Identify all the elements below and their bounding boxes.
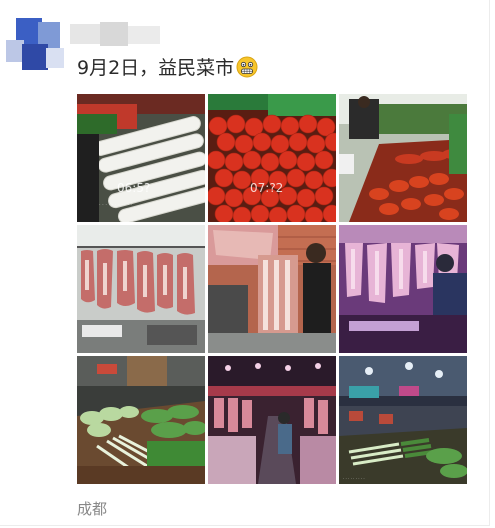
grimacing-face-emoji-icon — [236, 56, 258, 78]
avatar[interactable] — [6, 18, 68, 70]
photo-8[interactable] — [208, 356, 336, 484]
post-text-content: 9月2日，益民菜市 — [77, 57, 235, 79]
photo-7[interactable] — [77, 356, 205, 484]
photo-9[interactable]: · · · · · · · · · — [339, 356, 467, 484]
photo-4[interactable] — [77, 225, 205, 353]
photo-grid: 06:5? · · · · · · · · · · · 07:?2 · · · … — [77, 94, 468, 485]
photo-2-time-overlay: 07:?2 — [250, 181, 283, 195]
photo-1-time-overlay: 06:5? — [117, 181, 150, 195]
photo-2[interactable]: 07:?2 — [208, 94, 336, 222]
photo-5[interactable] — [208, 225, 336, 353]
post-text: 9月2日，益民菜市 — [77, 56, 258, 80]
photo-6[interactable] — [339, 225, 467, 353]
author-name-blurred[interactable] — [70, 22, 162, 46]
svg-text:· · · · · · · · ·: · · · · · · · · · — [343, 476, 365, 481]
photo-3[interactable] — [339, 94, 467, 222]
location-label[interactable]: 成都 — [77, 498, 107, 519]
photo-1[interactable]: 06:5? · · · · · · · · · · · — [77, 94, 205, 222]
svg-text:· · · · · · · · · · ·: · · · · · · · · · · · — [99, 202, 133, 208]
